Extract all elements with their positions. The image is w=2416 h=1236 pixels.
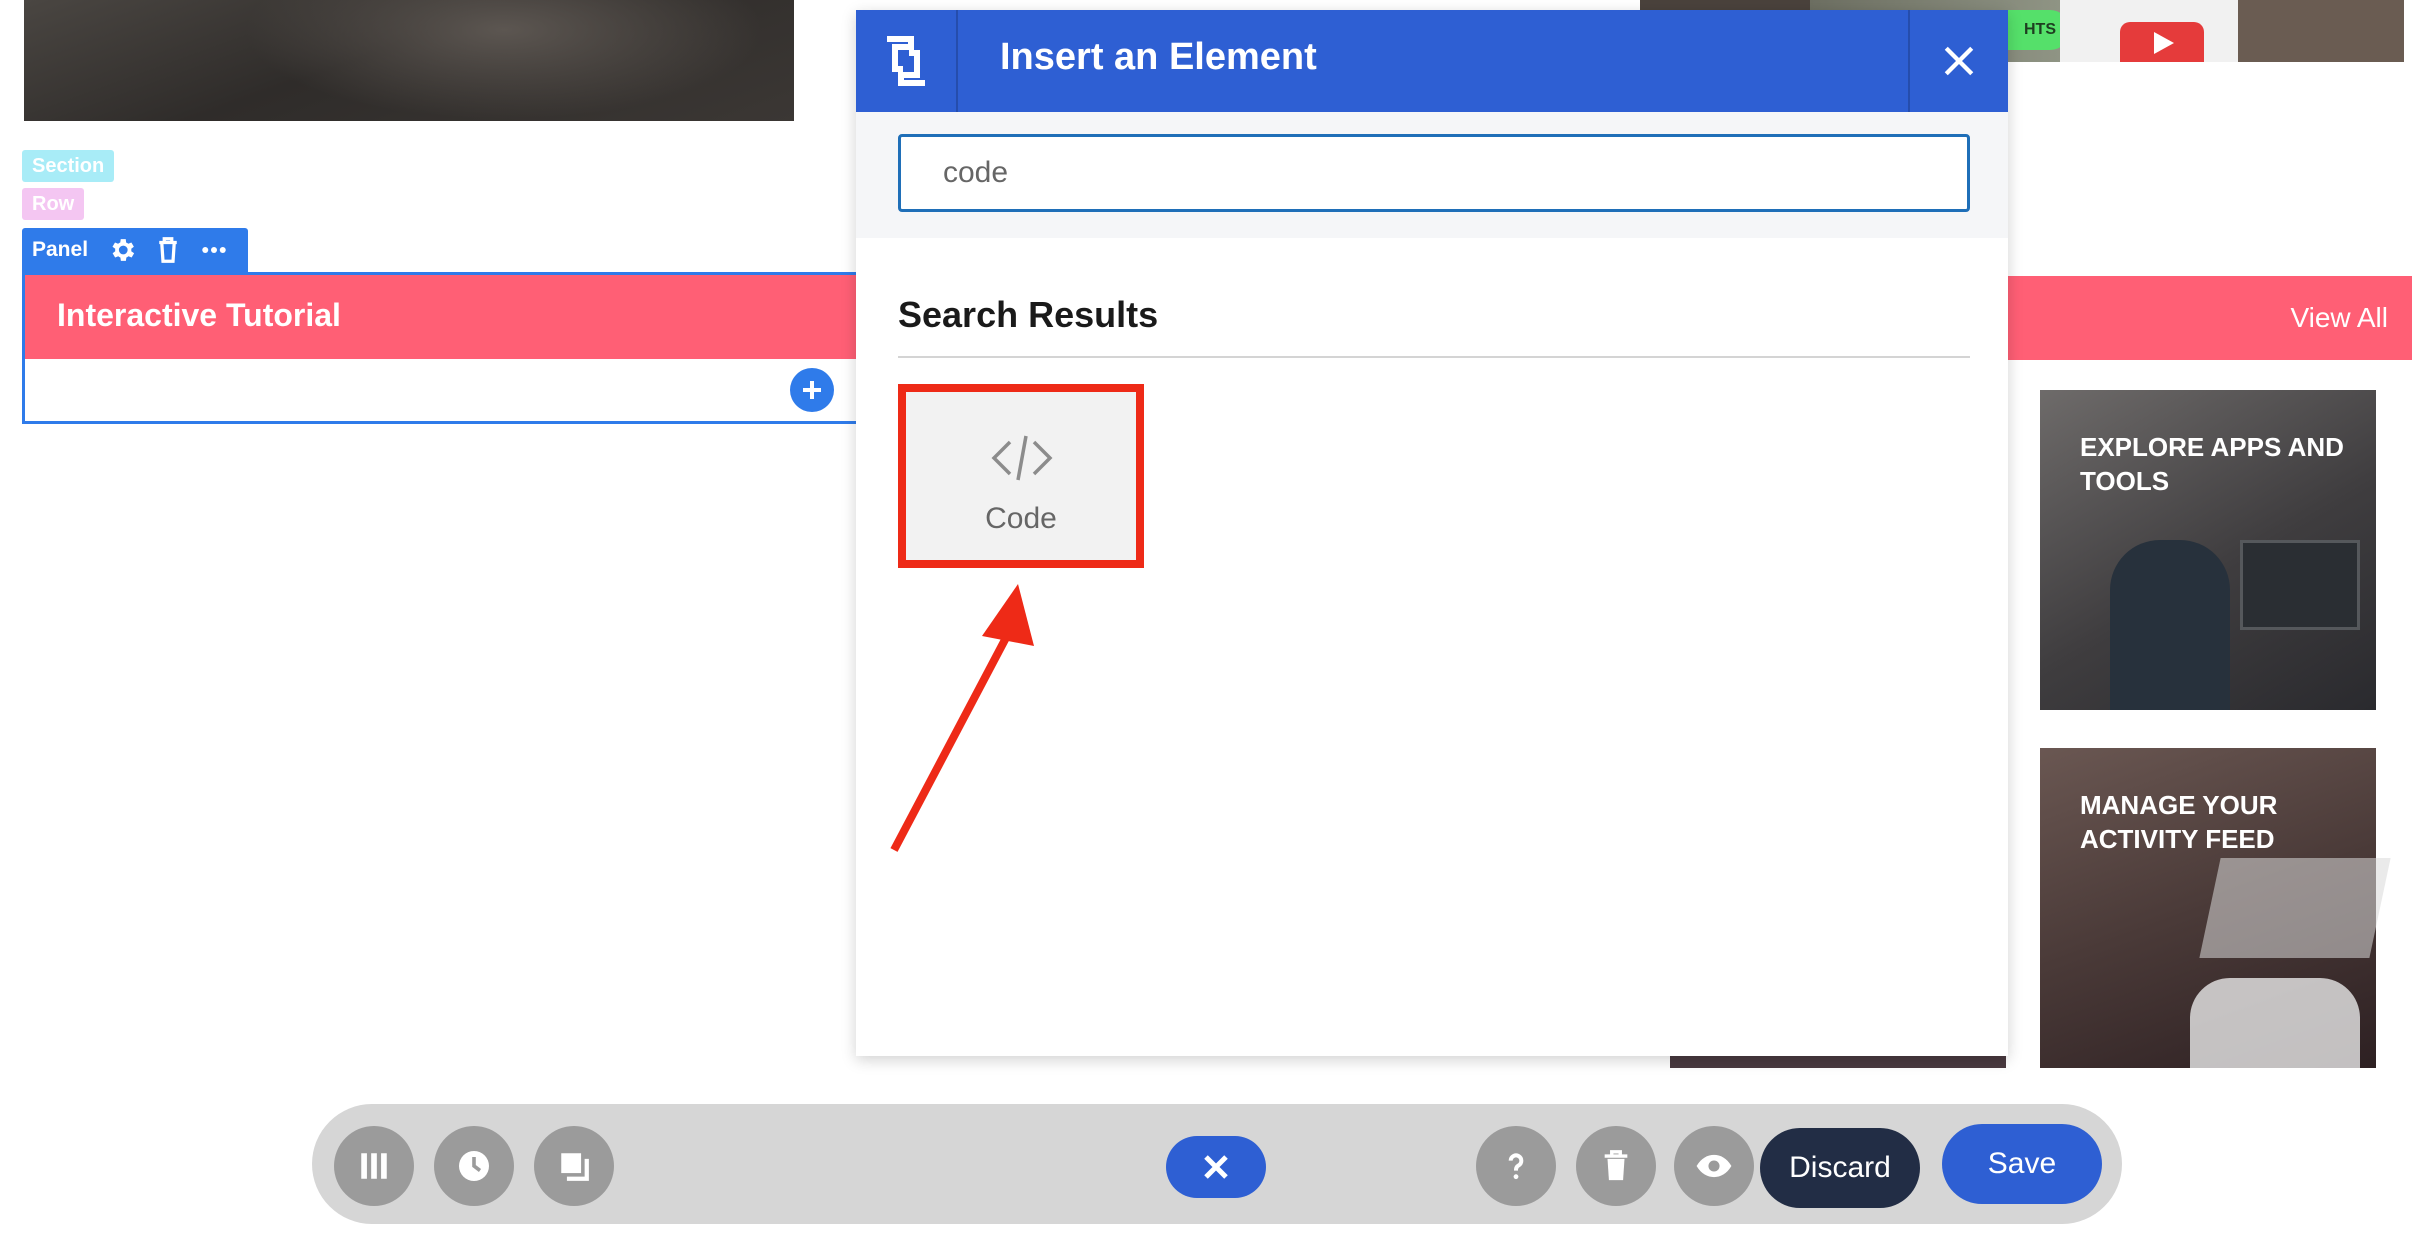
card-photo-person [2110, 540, 2230, 710]
card-activity-feed[interactable]: MANAGE YOUR ACTIVITY FEED [2040, 748, 2391, 1068]
panel-header-right: View All [2000, 276, 2412, 360]
dialog-title: Insert an Element [1000, 36, 1317, 78]
columns-icon[interactable] [334, 1126, 414, 1206]
card-photo-laptop [2240, 540, 2360, 630]
row-tag[interactable]: Row [22, 188, 85, 220]
section-tag[interactable]: Section [22, 150, 115, 182]
card-title: EXPLORE APPS AND TOOLS [2080, 432, 2344, 496]
cancel-icon[interactable] [1166, 1136, 1266, 1198]
view-all-link[interactable]: View All [2290, 302, 2388, 334]
card-photo-chair [2190, 978, 2360, 1068]
background-photo-top [24, 0, 794, 121]
trash-icon[interactable] [152, 234, 184, 266]
youtube-icon [2120, 22, 2204, 62]
result-label: Code [985, 502, 1057, 535]
editor-toolbar: Discard Save [312, 1104, 2122, 1224]
add-element-button[interactable] [790, 368, 834, 412]
code-icon [990, 432, 1054, 489]
dialog-header: Insert an Element [856, 10, 2008, 112]
trash-icon[interactable] [1576, 1126, 1656, 1206]
card-photo-laptop [2199, 858, 2391, 958]
layers-icon[interactable] [534, 1126, 614, 1206]
help-icon[interactable] [1476, 1126, 1556, 1206]
annotation-arrow [890, 584, 1034, 852]
close-icon[interactable] [1908, 10, 2008, 112]
card-explore-apps[interactable]: EXPLORE APPS AND TOOLS [2040, 390, 2376, 710]
thumbnail-4 [2238, 0, 2404, 62]
card-title: MANAGE YOUR ACTIVITY FEED [2080, 790, 2278, 854]
result-code-tile[interactable]: Code [898, 384, 1144, 568]
panel-title: Interactive Tutorial [57, 297, 341, 333]
history-icon[interactable] [434, 1126, 514, 1206]
gear-icon[interactable] [106, 234, 138, 266]
background-photo-bottom [1670, 1056, 2006, 1068]
panel-toolbar: Panel [22, 228, 248, 272]
search-zone [856, 112, 2008, 238]
discard-button[interactable]: Discard [1760, 1128, 1920, 1208]
panel-header: Interactive Tutorial [25, 275, 859, 359]
search-input[interactable] [898, 134, 1970, 212]
panel-tag[interactable]: Panel [32, 238, 88, 262]
more-icon[interactable] [198, 234, 230, 266]
preview-eye-icon[interactable] [1674, 1126, 1754, 1206]
divider [898, 356, 1970, 358]
results-heading: Search Results [898, 294, 1159, 335]
app-logo-icon [856, 10, 958, 112]
insert-element-dialog: Insert an Element Search Results Code [856, 10, 2008, 1056]
panel[interactable]: Interactive Tutorial [22, 272, 862, 424]
save-button[interactable]: Save [1942, 1124, 2102, 1204]
